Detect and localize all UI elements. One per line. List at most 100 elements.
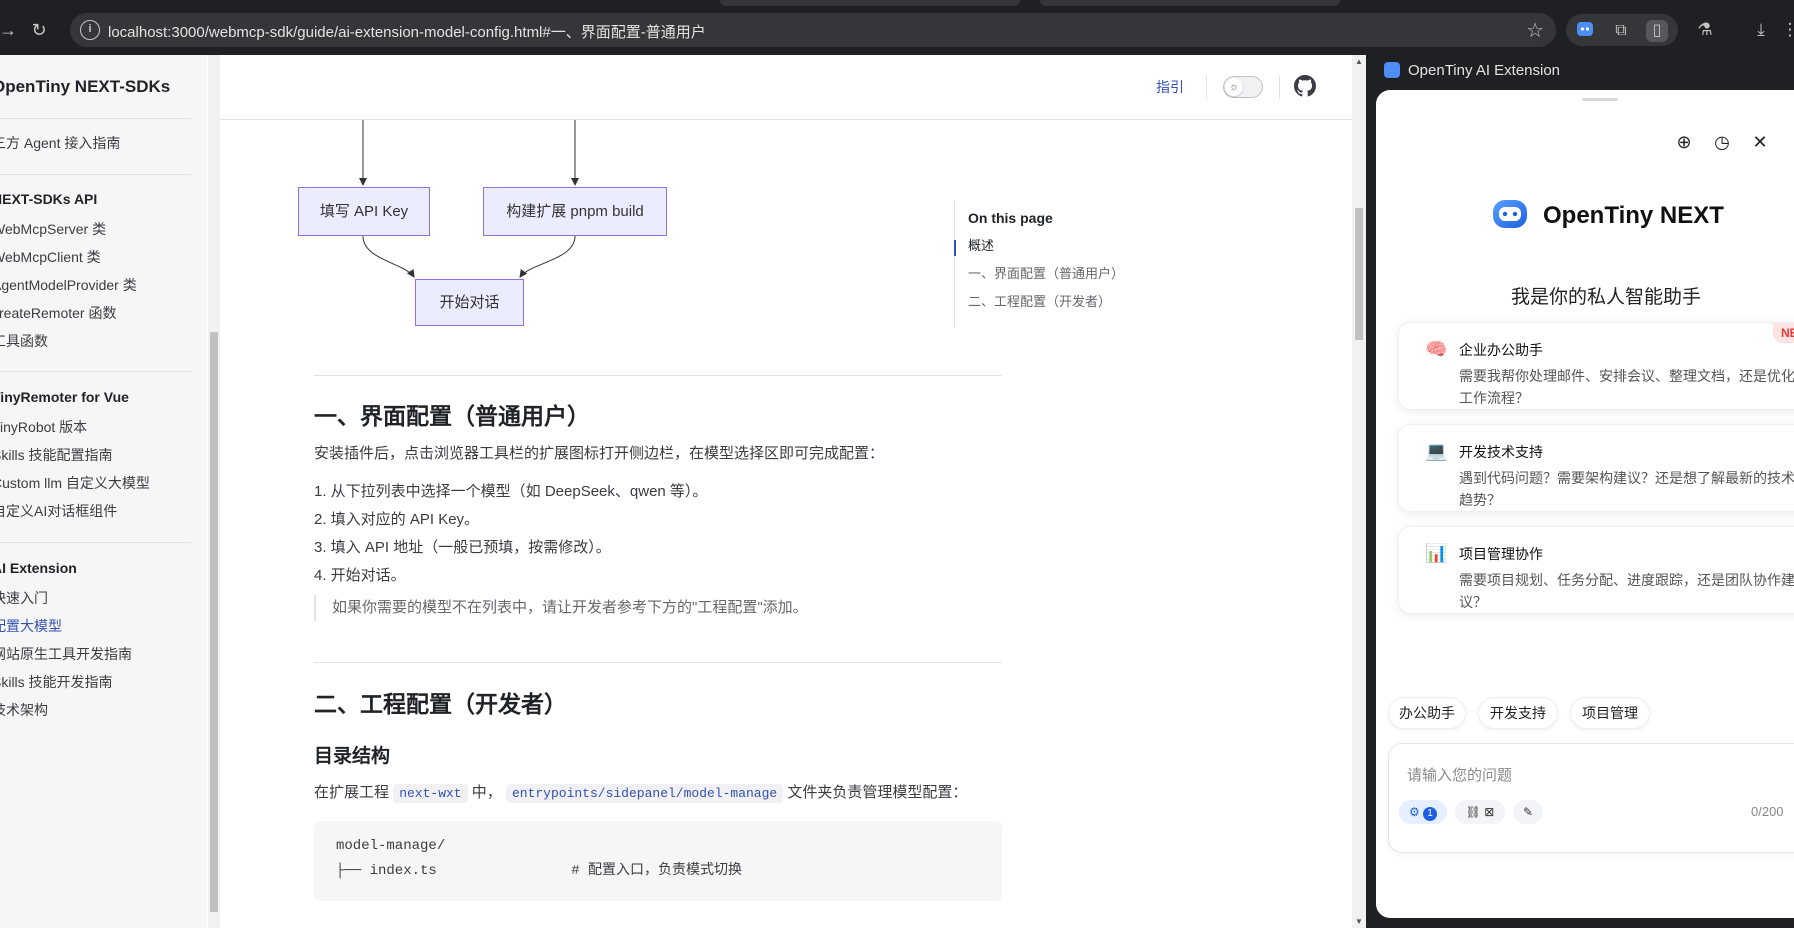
assistant-subtitle: 我是你的私人智能助手 — [1511, 287, 1702, 308]
new-badge: NEW — [1773, 323, 1794, 343]
code-line: ├── index.ts # 配置入口，负责模式切换 — [336, 863, 743, 879]
theme-toggle[interactable]: ☼ — [1223, 76, 1263, 98]
card-description: 遇到代码问题？需要架构建议？还是想了解最新的技术趋势？ — [1459, 470, 1794, 508]
drag-handle[interactable] — [1582, 98, 1618, 101]
sidebar-item[interactable]: 三方 Agent 接入指南 — [0, 133, 120, 153]
table-of-contents: On this page 概述 一、界面配置（普通用户） 二、工程配置（开发者） — [954, 200, 1214, 330]
directory-paragraph: 在扩展工程 next-wxt 中， entrypoints/sidepanel/… — [314, 781, 967, 803]
suggestion-card[interactable]: 📊 项目管理协作 需要项目规划、任务分配、进度跟踪，还是团队协作建议？ — [1398, 526, 1794, 614]
suggestion-card[interactable]: 💻 开发技术支持 遇到代码问题？需要架构建议？还是想了解最新的技术趋势？ — [1398, 424, 1794, 512]
forward-icon[interactable]: → — [0, 18, 20, 42]
heading-directory: 目录结构 — [314, 746, 391, 767]
content-scroll-thumb[interactable] — [1355, 208, 1363, 340]
sidebar-divider — [0, 118, 191, 119]
site-brand[interactable]: OpenTiny NEXT-SDKs — [0, 77, 170, 97]
link-icon: ⛓ — [1465, 805, 1481, 819]
char-counter: 0/200 — [1751, 804, 1784, 819]
sidebar-item[interactable]: createRemoter 函数 — [0, 303, 116, 323]
sidebar-scroll-thumb[interactable] — [210, 332, 218, 912]
magic-wand-icon: ✎ — [1522, 805, 1534, 819]
toc-item[interactable]: 二、工程配置（开发者） — [968, 291, 1111, 310]
opentiny-logo-icon — [1384, 62, 1400, 78]
quick-prompt-chip[interactable]: 办公助手 — [1388, 697, 1466, 729]
sidebar-heading[interactable]: TinyRemoter for Vue — [0, 389, 129, 405]
laptop-icon: 💻 — [1425, 441, 1448, 461]
sidebar-item[interactable]: 工具函数 — [0, 331, 48, 351]
flow-node-api-key: 填写 API Key — [298, 187, 430, 236]
sidebar-item[interactable]: 快速入门 — [0, 588, 48, 608]
scroll-down-icon[interactable]: ▼ — [1355, 917, 1363, 926]
flow-node-start-chat: 开始对话 — [415, 279, 524, 326]
site-info-icon[interactable]: i — [80, 20, 100, 40]
puzzle-extensions-icon[interactable]: ⧉ — [1610, 20, 1632, 42]
sidebar-heading[interactable]: NEXT-SDKs API — [0, 191, 97, 207]
github-icon[interactable] — [1294, 75, 1316, 97]
sidebar-item[interactable]: Skills 技能配置指南 — [0, 445, 113, 465]
toc-item[interactable]: 概述 — [968, 235, 994, 254]
quick-prompt-chip[interactable]: 开发支持 — [1478, 697, 1558, 729]
card-title: 企业办公助手 — [1459, 342, 1543, 358]
sidebar-item[interactable]: WebMcpClient 类 — [0, 247, 101, 267]
doc-content: 指引 ☼ 填写 API Key 构建扩展 pnpm build 开始对话 一、界… — [220, 55, 1352, 928]
sidebar-item[interactable]: 自定义AI对话框组件 — [0, 501, 117, 521]
content-scrollbar[interactable]: ▲ ▼ — [1352, 55, 1366, 928]
sidebar-heading[interactable]: AI Extension — [0, 560, 77, 576]
sidebar-item[interactable]: WebMcpServer 类 — [0, 219, 106, 239]
sidebar-item[interactable]: TinyRobot 版本 — [0, 417, 87, 437]
toc-active-marker — [954, 240, 956, 256]
scroll-up-icon[interactable]: ▲ — [1355, 57, 1363, 66]
step-item: 2. 填入对应的 API Key。 — [314, 511, 480, 528]
quick-prompt-chip[interactable]: 项目管理 — [1570, 697, 1650, 729]
extensions-group: ⧉ ▯ — [1566, 14, 1678, 46]
magic-wand-button[interactable]: ✎ — [1513, 800, 1543, 824]
panel-title: OpenTiny AI Extension — [1408, 62, 1561, 79]
address-bar[interactable]: i localhost:3000/webmcp-sdk/guide/ai-ext… — [70, 13, 1556, 47]
page-context-button[interactable]: ⛓ ⊠ — [1455, 800, 1505, 824]
tool-count-badge: 1 — [1423, 807, 1438, 821]
sidebar-item[interactable]: 技术架构 — [0, 700, 48, 720]
mcp-tools-button[interactable]: ⚙ 1 — [1399, 800, 1447, 824]
download-icon[interactable]: ⤓ — [1749, 18, 1773, 42]
code-block[interactable]: model-manage/ ├── index.ts # 配置入口，负责模式切换 — [314, 821, 1002, 901]
new-chat-icon[interactable]: ⊕ — [1672, 130, 1696, 154]
close-icon[interactable]: ✕ — [1748, 130, 1772, 154]
profile-icon[interactable]: ⋮ — [1778, 18, 1794, 42]
nav-guide-link[interactable]: 指引 — [1156, 77, 1184, 97]
sidebar-divider — [0, 542, 191, 543]
browser-toolbar: → ↻ i localhost:3000/webmcp-sdk/guide/ai… — [0, 0, 1794, 55]
panel-body: ⊕ ◷ ✕ OpenTiny NEXT 我是你的私人智能助手 NEW 🧠 企业办… — [1376, 90, 1794, 918]
section-divider — [314, 662, 1002, 663]
url-text[interactable]: localhost:3000/webmcp-sdk/guide/ai-exten… — [108, 21, 706, 42]
side-panel-icon[interactable]: ▯ — [1646, 20, 1668, 42]
chat-input-box[interactable]: 请输入您的问题 ⚙ 1 ⛓ ⊠ ✎ 0/200 — [1388, 743, 1794, 853]
sidebar-item[interactable]: 网站原生工具开发指南 — [0, 644, 132, 664]
sidebar-divider — [0, 174, 191, 175]
brain-icon: 🧠 — [1425, 339, 1448, 359]
chat-input-placeholder[interactable]: 请输入您的问题 — [1407, 764, 1512, 785]
card-description: 需要我帮你处理邮件、安排会议、整理文档，还是优化工作流程？ — [1459, 368, 1794, 406]
sidebar-item[interactable]: Custom llm 自定义大模型 — [0, 473, 150, 493]
sidebar-item[interactable]: AgentModelProvider 类 — [0, 275, 137, 295]
nav-divider — [1206, 75, 1207, 99]
heading-ui-config: 一、界面配置（普通用户） — [314, 403, 590, 429]
opentiny-extension-icon[interactable] — [1574, 20, 1596, 42]
sidebar-item-active[interactable]: 配置大模型 — [0, 616, 62, 636]
tab-edge[interactable] — [1040, 0, 1340, 6]
sidebar-item[interactable]: Skills 技能开发指南 — [0, 672, 113, 692]
bookmark-star-icon[interactable]: ☆ — [1526, 18, 1544, 43]
toc-track — [954, 200, 955, 328]
plug-icon: ⚙ — [1408, 805, 1420, 819]
sidebar-scrollbar[interactable] — [208, 55, 220, 928]
suggestion-card[interactable]: NEW 🧠 企业办公助手 需要我帮你处理邮件、安排会议、整理文档，还是优化工作流… — [1398, 322, 1794, 410]
robot-logo-icon — [1493, 200, 1527, 228]
text: 中， — [471, 784, 502, 801]
toc-item[interactable]: 一、界面配置（普通用户） — [968, 263, 1124, 282]
step-item: 3. 填入 API 地址（一般已预填，按需修改）。 — [314, 539, 611, 556]
tab-edge[interactable] — [720, 0, 1020, 6]
screenshot-icon: ⊠ — [1484, 805, 1495, 819]
reload-icon[interactable]: ↻ — [27, 18, 51, 42]
history-icon[interactable]: ◷ — [1710, 130, 1734, 154]
card-title: 项目管理协作 — [1459, 546, 1543, 562]
labs-flask-icon[interactable]: ⚗ — [1693, 18, 1717, 42]
tip-blockquote: 如果你需要的模型不在列表中，请让开发者参考下方的"工程配置"添加。 — [314, 595, 914, 621]
